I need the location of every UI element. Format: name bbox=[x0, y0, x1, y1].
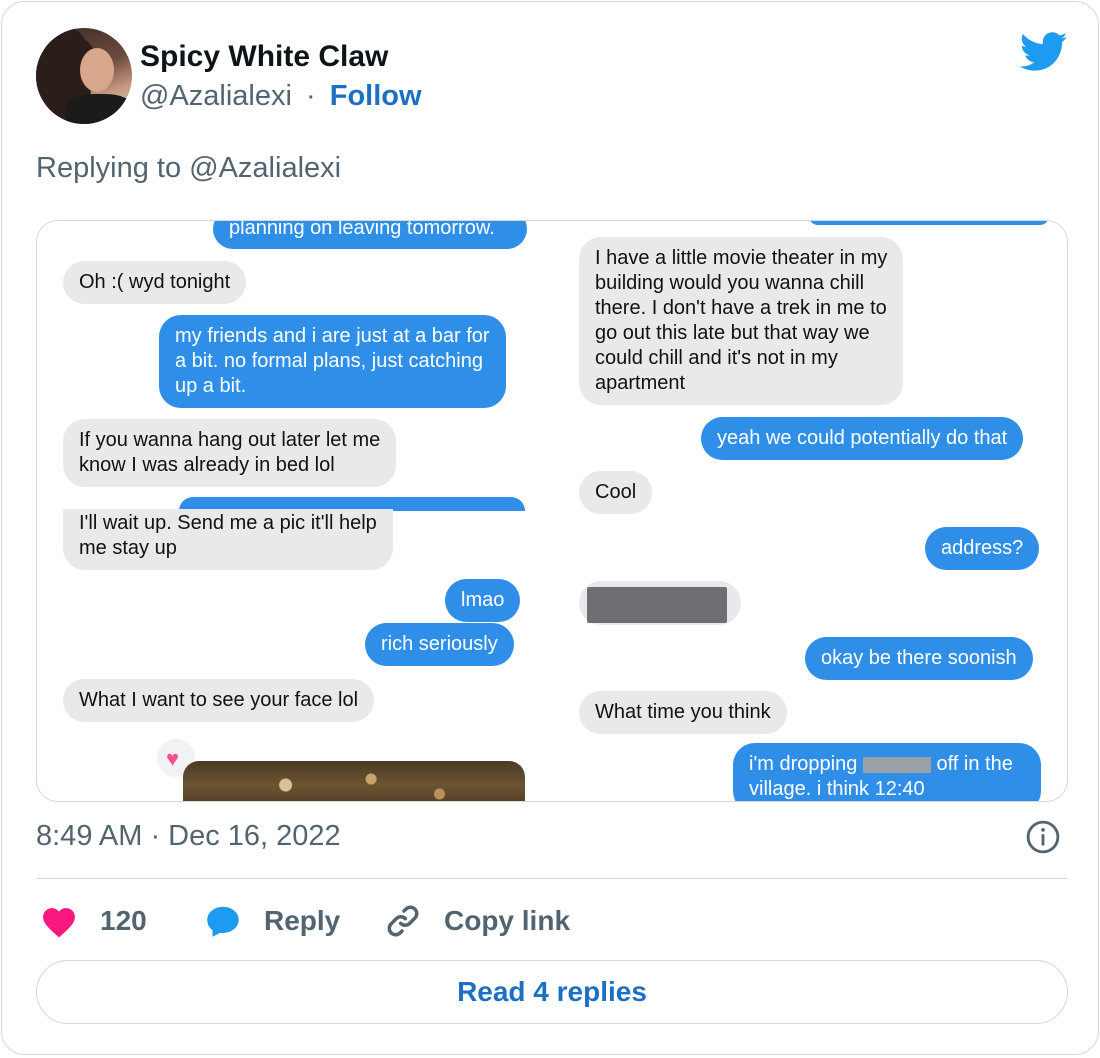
message-out: planning on leaving tomorrow. bbox=[213, 221, 527, 249]
message-in: What I want to see your face lol bbox=[63, 679, 375, 722]
message-text: i'm dropping bbox=[749, 753, 858, 775]
follow-button[interactable]: Follow bbox=[330, 80, 422, 112]
message-out: okay be there soonish bbox=[805, 637, 1033, 680]
message-out: rich seriously bbox=[365, 623, 514, 666]
message-out: address? bbox=[925, 527, 1040, 570]
message-in: What time you think bbox=[579, 691, 787, 734]
message-out-cropped bbox=[809, 221, 1049, 225]
copy-link-button[interactable]: Copy link bbox=[384, 898, 570, 944]
author-name[interactable]: Spicy White Claw bbox=[140, 40, 388, 74]
replying-to[interactable]: Replying to @Azalialexi bbox=[36, 152, 341, 185]
author-handle-row: @Azalialexi · Follow bbox=[140, 80, 422, 113]
media-image[interactable]: planning on leaving tomorrow. Oh :( wyd … bbox=[36, 220, 1068, 802]
read-replies-button[interactable]: Read 4 replies bbox=[36, 960, 1068, 1024]
message-in-redacted bbox=[579, 581, 741, 625]
tweet-timestamp[interactable]: 8:49 AM · Dec 16, 2022 bbox=[36, 820, 341, 853]
message-out: yeah we could potentially do that bbox=[701, 417, 1024, 460]
message-in: I have a little movie theater in my buil… bbox=[579, 237, 904, 405]
message-in: If you wanna hang out later let me know … bbox=[63, 419, 397, 487]
heart-icon bbox=[43, 908, 75, 938]
twitter-bird-icon[interactable] bbox=[1020, 32, 1068, 72]
message-in: I'll wait up. Send me a pic it'll help m… bbox=[63, 509, 393, 570]
like-button[interactable]: 120 bbox=[40, 898, 147, 944]
reply-label: Reply bbox=[264, 905, 341, 936]
message-out: lmao bbox=[445, 579, 521, 622]
separator: · bbox=[306, 80, 316, 112]
redaction-block bbox=[587, 587, 727, 623]
message-photo bbox=[183, 761, 525, 801]
message-out: my friends and i are just at a bar for a… bbox=[159, 315, 506, 408]
speech-bubble-icon bbox=[207, 906, 239, 937]
like-count: 120 bbox=[100, 905, 147, 936]
message-in: Oh :( wyd tonight bbox=[63, 261, 247, 304]
message-in: Cool bbox=[579, 471, 653, 514]
tweet-card: Spicy White Claw @Azalialexi · Follow Re… bbox=[1, 1, 1099, 1055]
author-handle[interactable]: @Azalialexi bbox=[140, 80, 292, 112]
message-text: off in the bbox=[936, 753, 1013, 775]
link-icon bbox=[387, 905, 419, 937]
copy-link-label: Copy link bbox=[444, 905, 571, 936]
reply-button[interactable]: Reply bbox=[204, 898, 340, 944]
redaction-block bbox=[862, 756, 931, 773]
divider bbox=[36, 878, 1068, 879]
message-text: village. i think 12:40 bbox=[749, 778, 925, 800]
message-out: i'm dropping off in the village. i think… bbox=[733, 743, 1041, 801]
info-icon[interactable] bbox=[1026, 820, 1060, 854]
avatar[interactable] bbox=[36, 28, 132, 124]
